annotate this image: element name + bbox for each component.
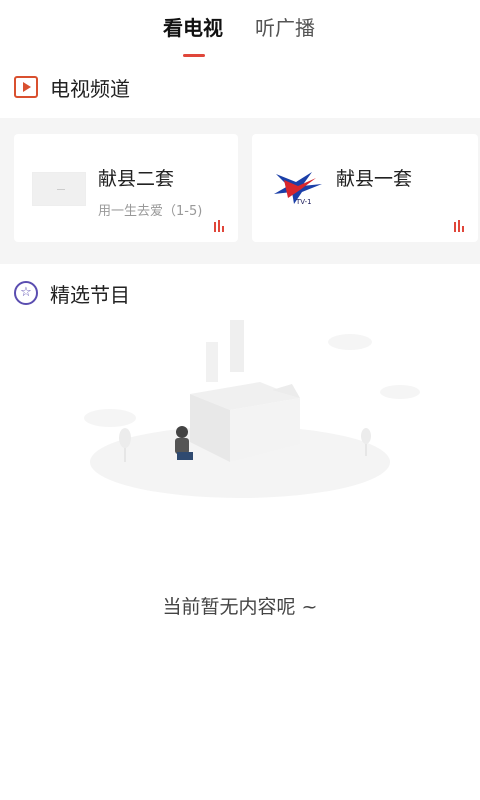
channel-thumbnail [32,172,86,206]
logo-text: TV-1 [295,198,312,206]
channel-card[interactable]: 献县二套 用一生去爱（1-5) [14,134,238,242]
empty-message: 当前暂无内容呢 ~ [162,596,318,618]
active-tab-indicator [183,54,205,57]
section-title: 电视频道 [50,76,130,101]
channel-program: 用一生去爱（1-5) [98,204,203,219]
tv-play-icon [14,76,38,98]
playing-bars-icon [214,220,226,232]
tv-channels-header: 电视频道 [14,72,130,102]
section-title: 精选节目 [50,282,130,307]
channel-card[interactable]: TV-1 献县一套 [252,134,478,242]
channel-name: 献县一套 [336,168,413,190]
channel-list: 献县二套 用一生去爱（1-5) TV-1 献县一套 [0,118,480,264]
tab-listen-radio[interactable]: 听广播 [255,12,315,41]
channel-name: 献县二套 [98,168,175,190]
empty-illustration [84,320,420,498]
top-tabs: 看电视 听广播 [0,0,480,60]
playing-bars-icon [454,220,466,232]
tab-watch-tv[interactable]: 看电视 [163,12,223,41]
featured-header: ☆ 精选节目 [14,278,130,308]
star-icon: ☆ [14,281,38,305]
tv1-logo: TV-1 [274,172,322,206]
